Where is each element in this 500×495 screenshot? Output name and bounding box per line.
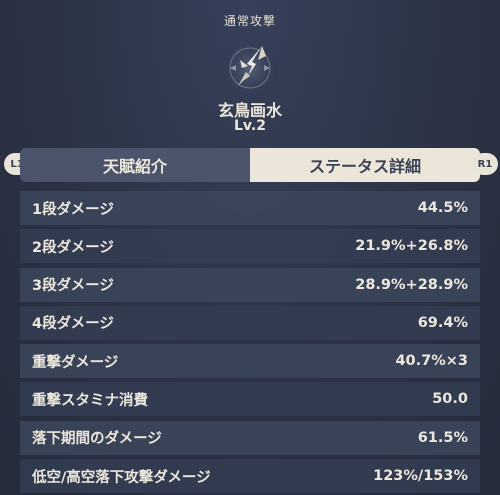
stat-row: 4段ダメージ 69.4%	[20, 305, 480, 340]
talent-details-panel: 通常攻撃 玄鳥画水 Lv.2 L1 天賦紹介 ステータス詳細 R1 1段ダメージ…	[0, 0, 500, 495]
stat-row: 1段ダメージ 44.5%	[20, 191, 480, 225]
stat-value: 61.5%	[417, 429, 468, 446]
stat-value: 44.5%	[417, 200, 468, 216]
r1-button-hint[interactable]: R1	[472, 153, 498, 175]
stat-label: 重撃ダメージ	[32, 354, 119, 371]
stat-label: 4段ダメージ	[32, 316, 114, 333]
talent-type-label: 通常攻撃	[223, 14, 276, 28]
stat-value: 69.4%	[417, 314, 468, 331]
stat-row: 2段ダメージ 21.9%+26.8%	[20, 229, 480, 264]
stat-label: 低空/高空落下攻撃ダメージ	[32, 469, 211, 486]
stat-label: 重撃スタミナ消費	[32, 392, 148, 409]
spear-star-icon	[218, 36, 282, 100]
stat-label: 2段ダメージ	[32, 239, 114, 256]
stat-row: 3段ダメージ 28.9%+28.9%	[20, 267, 480, 302]
stat-row: 低空/高空落下攻撃ダメージ 123%/153%	[20, 459, 480, 494]
stat-label: 落下期間のダメージ	[32, 431, 162, 448]
stat-value: 40.7%×3	[395, 353, 468, 370]
stat-label: 3段ダメージ	[32, 278, 114, 295]
stat-value: 50.0	[432, 391, 468, 408]
stat-value: 21.9%+26.8%	[355, 238, 468, 255]
stats-list: 1段ダメージ 44.5% 2段ダメージ 21.9%+26.8% 3段ダメージ 2…	[20, 191, 480, 495]
stat-value: 123%/153%	[373, 468, 468, 485]
stat-value: 28.9%+28.9%	[355, 276, 468, 293]
tab-talent-description[interactable]: 天賦紹介	[20, 148, 250, 182]
stat-row: 落下期間のダメージ 61.5%	[20, 420, 480, 455]
stat-row: 重撃スタミナ消費 50.0	[20, 382, 480, 417]
tab-attribute-details[interactable]: ステータス詳細	[250, 148, 480, 182]
tab-bar: 天賦紹介 ステータス詳細	[20, 148, 480, 182]
stat-label: 1段ダメージ	[32, 201, 114, 218]
stat-row: 重撃ダメージ 40.7%×3	[20, 344, 480, 379]
talent-level: Lv.2	[234, 118, 266, 134]
